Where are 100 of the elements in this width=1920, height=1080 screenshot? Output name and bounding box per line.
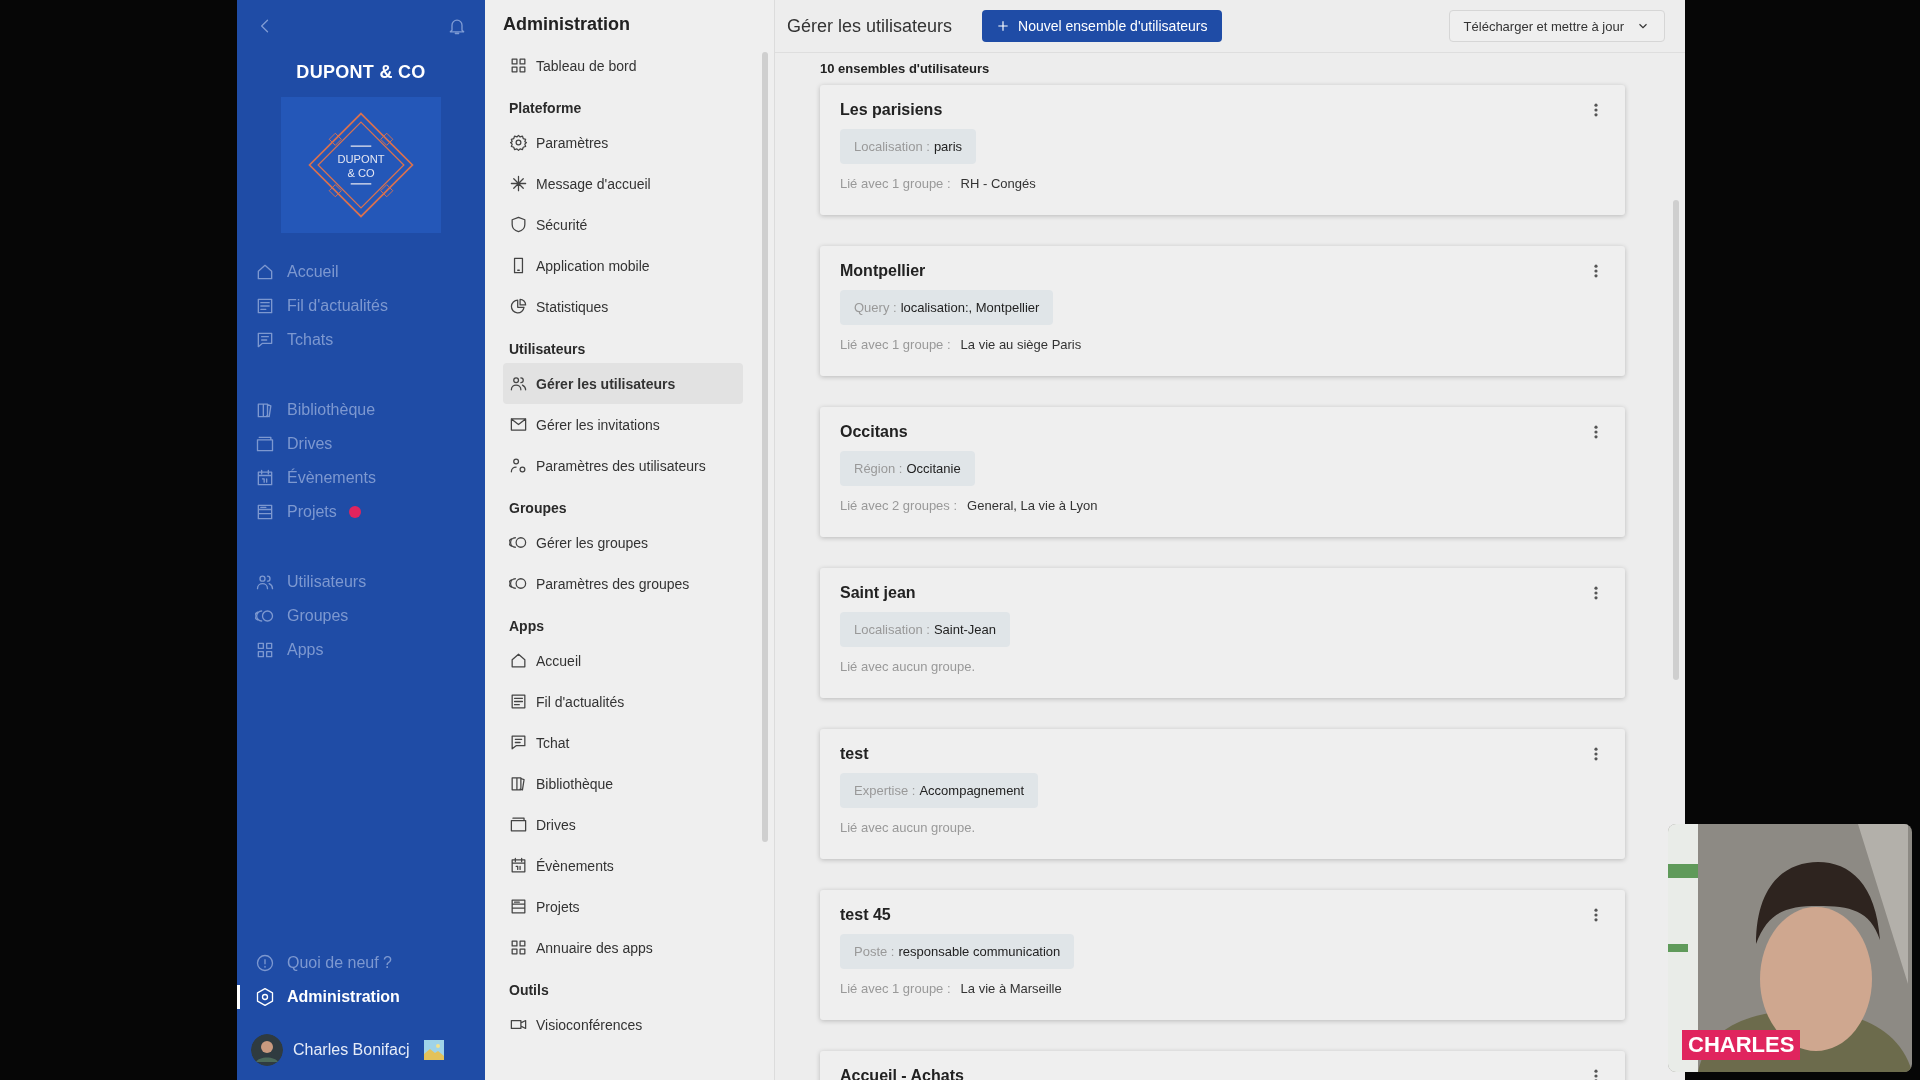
card-title: Montpellier bbox=[840, 262, 926, 280]
info-icon bbox=[255, 953, 275, 973]
menu-item[interactable]: Application mobile bbox=[503, 245, 743, 286]
menu-item[interactable]: Évènements bbox=[503, 845, 743, 886]
card-title: Saint jean bbox=[840, 584, 916, 602]
menu-item[interactable]: Tableau de bord bbox=[503, 45, 743, 86]
linked-groups: RH - Congés bbox=[960, 176, 1036, 191]
sparkle-icon bbox=[509, 174, 528, 193]
grid-icon bbox=[509, 56, 528, 75]
section-heading: Outils bbox=[508, 981, 550, 1000]
linked-groups-label: Lié avec 1 groupe : bbox=[840, 176, 951, 191]
image-icon bbox=[423, 1040, 444, 1060]
plus-icon bbox=[996, 19, 1011, 33]
user-name[interactable]: Charles Bonifacj bbox=[293, 1041, 410, 1059]
chip-value: paris bbox=[933, 139, 963, 154]
menu-item[interactable]: Paramètres bbox=[503, 122, 743, 163]
book-icon bbox=[509, 774, 528, 793]
card-title: test 45 bbox=[840, 906, 891, 924]
menu-item[interactable]: Visioconférences bbox=[503, 1004, 743, 1045]
chip-value: Saint-Jean bbox=[933, 622, 997, 637]
document-icon bbox=[509, 692, 528, 711]
menu-item[interactable]: Tchat bbox=[503, 722, 743, 763]
chip-label: Expertise : bbox=[854, 783, 916, 798]
page-title: Gérer les utilisateurs bbox=[787, 15, 953, 37]
envelope-icon bbox=[509, 415, 528, 434]
menu-item[interactable]: Projets bbox=[503, 886, 743, 927]
avatar[interactable] bbox=[251, 1034, 283, 1066]
menu-item[interactable]: Message d'accueil bbox=[503, 163, 743, 204]
menu-item[interactable]: Fil d'actualités bbox=[503, 681, 743, 722]
more-icon[interactable] bbox=[1593, 746, 1599, 762]
user-gear-icon bbox=[509, 456, 528, 475]
grid-icon bbox=[255, 640, 275, 660]
chip-label: Poste : bbox=[854, 944, 895, 959]
more-icon[interactable] bbox=[1593, 102, 1599, 118]
menu-item[interactable]: Bibliothèque bbox=[503, 763, 743, 804]
menu-item[interactable]: Sécurité bbox=[503, 204, 743, 245]
more-icon[interactable] bbox=[1593, 263, 1599, 279]
set-count: 10 ensembles d'utilisateurs bbox=[820, 61, 991, 76]
linked-groups-label: Lié avec aucun groupe. bbox=[840, 659, 976, 674]
folder-icon bbox=[255, 434, 275, 454]
linked-groups-label: Lié avec 2 groupes : bbox=[840, 498, 958, 513]
chat-icon bbox=[509, 733, 528, 752]
chip-value: responsable communication bbox=[898, 944, 1061, 959]
chip-value: Accompagnement bbox=[919, 783, 1025, 798]
brand-name: DUPONT & CO bbox=[295, 62, 427, 83]
more-icon[interactable] bbox=[1593, 1068, 1599, 1080]
menu-item[interactable]: Gérer les invitations bbox=[503, 404, 743, 445]
chip-label: Localisation : bbox=[854, 139, 930, 154]
scrollbar[interactable] bbox=[1673, 200, 1679, 680]
more-icon[interactable] bbox=[1593, 907, 1599, 923]
more-icon[interactable] bbox=[1593, 585, 1599, 601]
chip-label: Région : bbox=[854, 461, 903, 476]
document-icon bbox=[255, 296, 275, 316]
gear-icon bbox=[509, 133, 528, 152]
house-icon bbox=[255, 262, 275, 282]
section-heading: Groupes bbox=[508, 499, 568, 518]
folder-icon bbox=[509, 815, 528, 834]
menu-item[interactable]: Paramètres des utilisateurs bbox=[503, 445, 743, 486]
new-set-button[interactable]: Nouvel ensemble d'utilisateurs bbox=[982, 10, 1222, 42]
logo-text: & CO bbox=[347, 167, 375, 179]
menu-title: Administration bbox=[503, 14, 631, 35]
card-title: Occitans bbox=[840, 423, 908, 441]
hexagon-icon bbox=[255, 987, 275, 1007]
chip-value: localisation:, Montpellier bbox=[900, 300, 1040, 315]
menu-item[interactable]: Gérer les utilisateurs bbox=[503, 363, 743, 404]
menu-item[interactable]: Annuaire des apps bbox=[503, 927, 743, 968]
linked-groups: La vie à Marseille bbox=[960, 981, 1062, 996]
list-icon bbox=[255, 502, 275, 522]
card-title: test bbox=[840, 745, 869, 763]
name-tag: CHARLES bbox=[1682, 1030, 1801, 1060]
menu-item[interactable]: Statistiques bbox=[503, 286, 743, 327]
chip-label: Localisation : bbox=[854, 622, 930, 637]
section-heading: Utilisateurs bbox=[508, 340, 587, 359]
linked-groups: La vie au siège Paris bbox=[960, 337, 1082, 352]
menu-item[interactable]: Paramètres des groupes bbox=[503, 563, 743, 604]
linked-groups: General, La vie à Lyon bbox=[967, 498, 1098, 513]
more-icon[interactable] bbox=[1593, 424, 1599, 440]
menu-item[interactable]: Gérer les groupes bbox=[503, 522, 743, 563]
shield-icon bbox=[509, 215, 528, 234]
users-icon bbox=[509, 374, 528, 393]
house-icon bbox=[509, 651, 528, 670]
nav-item[interactable]: Administration bbox=[287, 988, 400, 1006]
menu-item[interactable]: Drives bbox=[503, 804, 743, 845]
linked-groups-label: Lié avec aucun groupe. bbox=[840, 820, 976, 835]
section-heading: Apps bbox=[508, 617, 545, 636]
scrollbar[interactable] bbox=[762, 52, 768, 842]
card-title: Les parisiens bbox=[840, 101, 943, 119]
calendar-icon bbox=[509, 856, 528, 875]
calendar-icon bbox=[255, 468, 275, 488]
linked-groups-label: Lié avec 1 groupe : bbox=[840, 981, 951, 996]
menu-item[interactable]: Accueil bbox=[503, 640, 743, 681]
logo-text: DUPONT bbox=[337, 153, 385, 166]
chip-value: Occitanie bbox=[906, 461, 961, 476]
pie-chart-icon bbox=[509, 297, 528, 316]
section-heading: Plateforme bbox=[508, 99, 583, 118]
linked-groups-label: Lié avec 1 groupe : bbox=[840, 337, 951, 352]
chip-label: Query : bbox=[854, 300, 897, 315]
grid-icon bbox=[509, 938, 528, 957]
download-dropdown[interactable]: Télécharger et mettre à jour bbox=[1448, 10, 1665, 42]
list-icon bbox=[509, 897, 528, 916]
